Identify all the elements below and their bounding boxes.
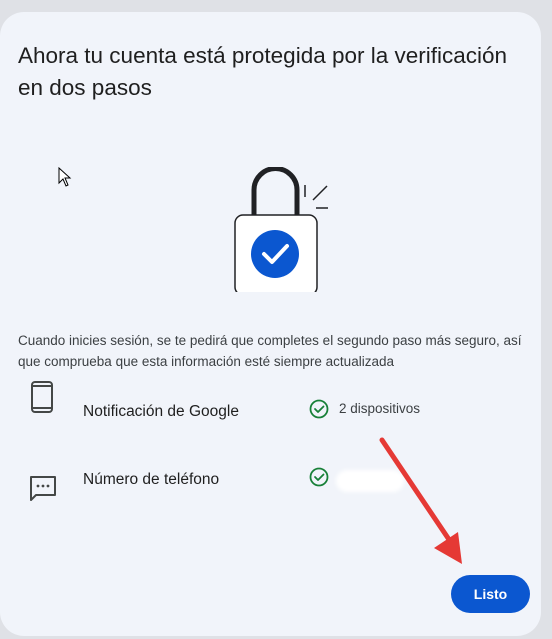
annotation-arrow-icon (379, 437, 462, 564)
phone-icon (31, 381, 53, 413)
check-circle-icon (309, 467, 329, 487)
padlock-check-icon (234, 167, 328, 292)
method-status-devices: 2 dispositivos (339, 401, 421, 416)
method-label-google-notification: Notificación de Google (83, 403, 239, 420)
check-circle-icon (309, 399, 329, 419)
method-label-phone-number: Número de teléfono (83, 471, 220, 488)
mouse-cursor-icon (58, 167, 72, 187)
dialog: Ahora tu cuenta está protegida por la ve… (0, 12, 541, 636)
sms-icon (30, 476, 56, 501)
dialog-title: Ahora tu cuenta está protegida por la ve… (18, 43, 508, 100)
done-button[interactable]: Listo (451, 575, 530, 613)
description-text: Cuando inicies sesión, se te pedirá que … (18, 333, 522, 369)
